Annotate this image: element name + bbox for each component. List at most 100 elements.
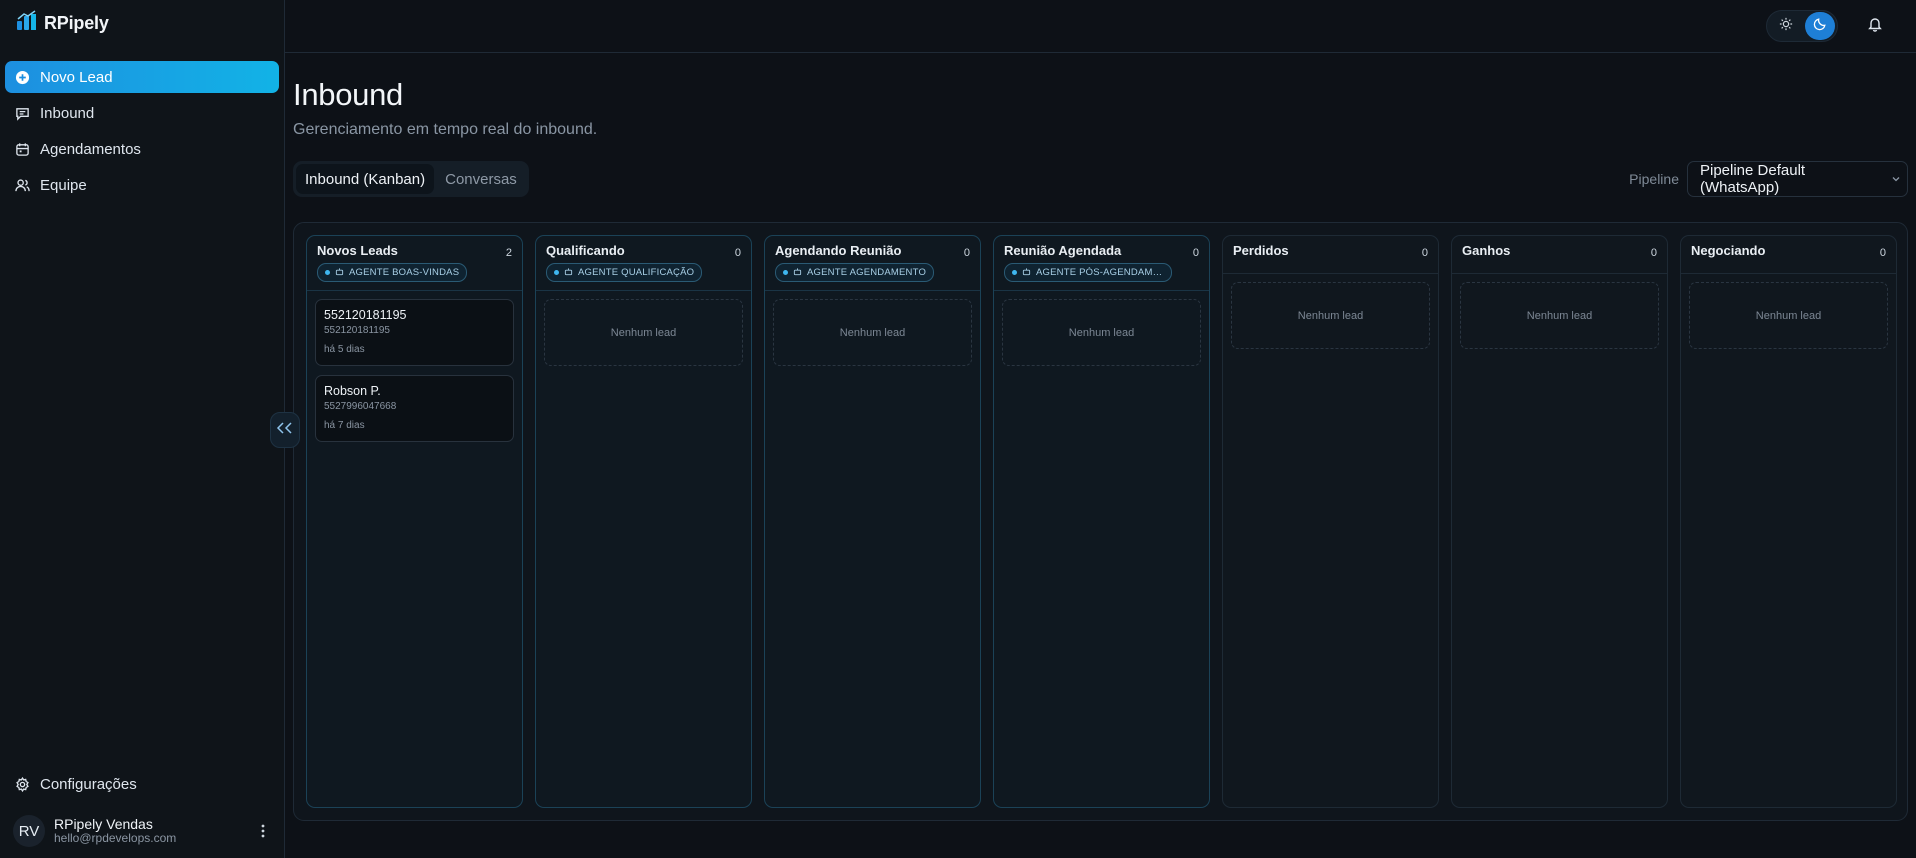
column-count: 0 — [963, 247, 970, 259]
column-header: Reunião Agendada 0 AGENTE PÓS-AGENDAMENT… — [994, 236, 1209, 291]
column-count: 0 — [1192, 247, 1199, 259]
column-header: Novos Leads 2 AGENTE BOAS-VINDAS — [307, 236, 522, 291]
lead-phone: 552120181195 — [324, 325, 390, 336]
column-body: 552120181195 552120181195 há 5 dias Robs… — [307, 291, 522, 450]
user-name: RPipely Vendas — [54, 816, 153, 833]
page-content: Inbound Gerenciamento em tempo real do i… — [285, 53, 1916, 858]
column-header: Negociando 0 — [1681, 236, 1896, 274]
tab-inbound-kanban[interactable]: Inbound (Kanban) — [296, 164, 435, 194]
sun-icon — [1779, 17, 1793, 36]
more-vertical-icon[interactable] — [255, 821, 271, 841]
status-dot — [783, 270, 788, 275]
pipeline-select[interactable]: Pipeline Default (WhatsApp) — [1687, 161, 1908, 197]
plus-circle-icon — [14, 69, 30, 85]
empty-state: Nenhum lead — [773, 299, 972, 366]
lead-name: Robson P. — [324, 384, 381, 398]
chevron-down-icon — [1891, 174, 1901, 184]
kanban-column-reuniao-agendada: Reunião Agendada 0 AGENTE PÓS-AGENDAMENT… — [993, 235, 1210, 808]
chevrons-left-icon — [276, 421, 294, 439]
brand-logo[interactable]: RPipely — [0, 0, 284, 46]
sidebar-item-label: Novo Lead — [40, 68, 113, 86]
column-body: Nenhum lead — [994, 291, 1209, 374]
sidebar-item-novo-lead[interactable]: Novo Lead — [5, 61, 279, 93]
topbar — [285, 0, 1916, 53]
agent-badge: AGENTE PÓS-AGENDAMENTO — [1004, 263, 1172, 282]
column-body: Nenhum lead — [1681, 274, 1896, 357]
sidebar-item-label: Equipe — [40, 176, 87, 194]
sidebar-nav: Novo Lead Inbound Agendamentos Equipe — [0, 46, 284, 201]
status-dot — [1012, 270, 1017, 275]
theme-toggle[interactable] — [1766, 10, 1838, 42]
pipeline-label: Pipeline — [1629, 171, 1679, 187]
brand-name: RPipely — [44, 12, 109, 33]
bot-icon — [1022, 267, 1031, 279]
column-title: Qualificando — [546, 243, 625, 258]
bot-icon — [793, 267, 802, 279]
light-theme-button[interactable] — [1769, 12, 1803, 40]
kanban-column-perdidos: Perdidos 0 Nenhum lead — [1222, 235, 1439, 808]
agent-label: AGENTE AGENDAMENTO — [807, 267, 927, 278]
empty-state: Nenhum lead — [544, 299, 743, 366]
empty-state: Nenhum lead — [1689, 282, 1888, 349]
chat-icon — [14, 105, 30, 121]
bell-icon — [1867, 16, 1883, 37]
column-title: Perdidos — [1233, 243, 1289, 258]
column-title: Ganhos — [1462, 243, 1511, 258]
column-header: Agendando Reunião 0 AGENTE AGENDAMENTO — [765, 236, 980, 291]
column-header: Perdidos 0 — [1223, 236, 1438, 274]
sidebar-item-equipe[interactable]: Equipe — [5, 169, 279, 201]
users-icon — [14, 177, 30, 193]
column-count: 0 — [1421, 247, 1428, 259]
column-count: 0 — [1879, 247, 1886, 259]
column-count: 0 — [734, 247, 741, 259]
lead-phone: 5527996047668 — [324, 401, 397, 412]
column-title: Reunião Agendada — [1004, 243, 1122, 258]
column-body: Nenhum lead — [1452, 274, 1667, 357]
column-title: Negociando — [1691, 243, 1766, 258]
column-count: 2 — [505, 247, 512, 259]
kanban-column-ganhos: Ganhos 0 Nenhum lead — [1451, 235, 1668, 808]
kanban-board: Novos Leads 2 AGENTE BOAS-VINDAS 5521201… — [293, 222, 1908, 821]
agent-label: AGENTE PÓS-AGENDAMENTO — [1036, 267, 1164, 278]
bot-icon — [335, 267, 344, 279]
tab-conversas[interactable]: Conversas — [436, 164, 526, 194]
pipeline-select-value: Pipeline Default (WhatsApp) — [1700, 162, 1806, 196]
bot-icon — [564, 267, 573, 279]
page-title: Inbound — [293, 77, 403, 112]
notifications-button[interactable] — [1864, 15, 1886, 37]
lead-card[interactable]: 552120181195 552120181195 há 5 dias — [315, 299, 514, 366]
avatar: RV — [13, 815, 45, 847]
empty-state: Nenhum lead — [1231, 282, 1430, 349]
gear-icon — [14, 776, 30, 792]
lead-age: há 7 dias — [324, 420, 365, 431]
sidebar-item-inbound[interactable]: Inbound — [5, 97, 279, 129]
user-email: hello@rpdevelops.com — [54, 831, 177, 846]
view-tabs: Inbound (Kanban) Conversas — [293, 161, 529, 197]
kanban-column-agendando-reuniao: Agendando Reunião 0 AGENTE AGENDAMENTO N… — [764, 235, 981, 808]
collapse-sidebar-button[interactable] — [270, 412, 300, 448]
page-subtitle: Gerenciamento em tempo real do inbound. — [293, 121, 598, 138]
column-body: Nenhum lead — [536, 291, 751, 374]
sidebar-footer: Configurações RV RPipely Vendas hello@rp… — [0, 768, 284, 858]
column-count: 0 — [1650, 247, 1657, 259]
sidebar: RPipely Novo Lead Inbound Agendamentos E… — [0, 0, 300, 858]
empty-state: Nenhum lead — [1002, 299, 1201, 366]
user-info: RPipely Vendas hello@rpdevelops.com — [54, 816, 246, 846]
empty-state: Nenhum lead — [1460, 282, 1659, 349]
board-toolbar: Inbound (Kanban) Conversas Pipeline Pipe… — [293, 161, 1908, 197]
sidebar-item-configuracoes[interactable]: Configurações — [5, 768, 279, 800]
calendar-icon — [14, 141, 30, 157]
column-body: Nenhum lead — [765, 291, 980, 374]
kanban-column-negociando: Negociando 0 Nenhum lead — [1680, 235, 1897, 808]
sidebar-item-agendamentos[interactable]: Agendamentos — [5, 133, 279, 165]
agent-label: AGENTE BOAS-VINDAS — [349, 267, 460, 278]
user-menu[interactable]: RV RPipely Vendas hello@rpdevelops.com — [5, 808, 279, 854]
status-dot — [325, 270, 330, 275]
moon-icon — [1813, 17, 1827, 36]
main-area: Inbound Gerenciamento em tempo real do i… — [285, 0, 1916, 858]
column-body: Nenhum lead — [1223, 274, 1438, 357]
column-header: Qualificando 0 AGENTE QUALIFICAÇÃO — [536, 236, 751, 291]
dark-theme-button[interactable] — [1805, 12, 1835, 40]
lead-name: 552120181195 — [324, 308, 407, 322]
lead-card[interactable]: Robson P. 5527996047668 há 7 dias — [315, 375, 514, 442]
